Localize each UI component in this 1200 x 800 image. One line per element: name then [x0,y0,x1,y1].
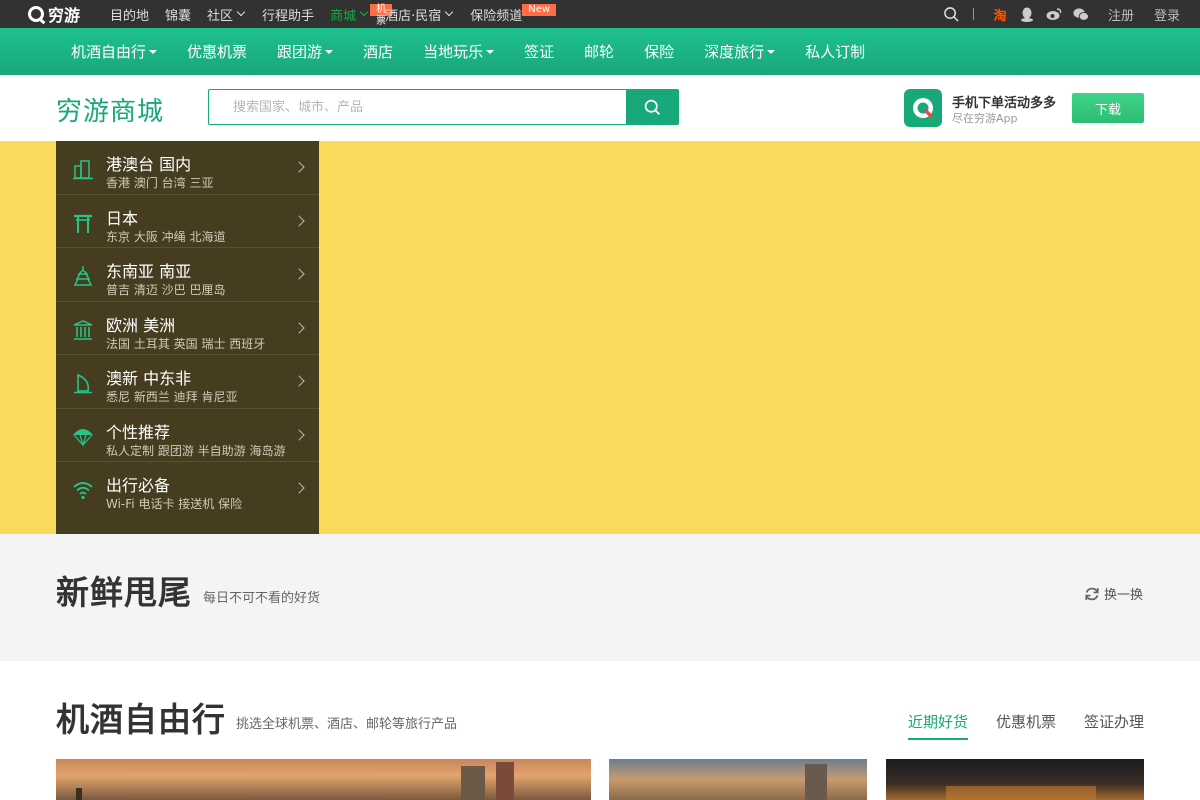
product-card-image[interactable] [609,759,867,800]
search-input[interactable] [208,89,626,125]
chevron-right-icon [293,214,305,227]
tab-recent-deals[interactable]: 近期好货 [908,711,969,740]
top-nav-mall[interactable]: 商城 机票 [330,3,393,27]
section-title: 新鲜甩尾 [56,573,192,612]
qyer-logo[interactable]: 穷游 [28,4,81,25]
register-link[interactable]: 注册 [1108,5,1134,24]
top-nav-destination[interactable]: 目的地 [110,5,149,24]
top-nav: 目的地 锦囊 社区 行程助手 商城 机票 酒店·民宿 保险频道 New [110,0,557,28]
weibo-icon[interactable] [1046,6,1062,22]
taobao-icon[interactable]: 淘 [992,6,1008,24]
app-promo-sub: 尽在穷游App [952,112,1018,125]
skyline-image [496,762,514,800]
torii-gate-icon [74,214,92,233]
caret-down-icon [486,49,495,54]
chevron-right-icon [293,268,305,280]
nav-local-fun[interactable]: 当地玩乐 [423,41,495,62]
temple-icon [73,319,93,340]
tab-visa[interactable]: 签证办理 [1084,711,1144,740]
top-nav-community[interactable]: 社区 [207,5,246,24]
section-title: 机酒自由行 [56,700,226,739]
refresh-button[interactable]: 换一换 [1084,584,1143,603]
refresh-icon [1085,587,1099,600]
nav-private-custom[interactable]: 私人订制 [805,41,865,62]
app-promo-title: 手机下单活动多多 [952,96,1057,111]
login-link[interactable]: 登录 [1154,5,1180,24]
section-subtitle: 每日不可不看的好货 [203,591,321,606]
section-tabs: 近期好货 优惠机票 签证办理 [908,711,1144,740]
chevron-right-icon [293,321,305,334]
product-card-image[interactable] [886,759,1144,800]
section-subtitle: 挑选全球机票、酒店、邮轮等旅行产品 [236,717,458,732]
hero-banner[interactable]: 港澳台 国内 香港 澳门 台湾 三亚 日本 东京 大阪 冲绳 北海道 东南亚 南… [0,141,1200,534]
category-item[interactable]: 澳新 中东非 悉尼 新西兰 迪拜 肯尼亚 [56,355,319,409]
top-nav-insurance[interactable]: 保险频道 New [470,3,557,24]
top-bar: 穷游 目的地 锦囊 社区 行程助手 商城 机票 酒店·民宿 保险频道 New 淘 注… [0,0,1200,28]
chevron-down-icon [359,7,369,17]
skyline-image [805,764,827,800]
main-nav: 机酒自由行 优惠机票 跟团游 酒店 当地玩乐 签证 邮轮 保险 深度旅行 私人订… [0,28,1200,75]
new-badge: New [522,3,557,16]
nav-group-tour[interactable]: 跟团游 [277,41,334,62]
search-icon[interactable] [944,6,960,22]
category-menu: 港澳台 国内 香港 澳门 台湾 三亚 日本 东京 大阪 冲绳 北海道 东南亚 南… [56,141,319,534]
category-item[interactable]: 港澳台 国内 香港 澳门 台湾 三亚 [56,141,319,195]
tab-cheap-flights[interactable]: 优惠机票 [996,711,1056,740]
category-item[interactable]: 东南亚 南亚 普吉 清迈 沙巴 巴厘岛 [56,248,319,302]
sail-building-icon [74,374,92,394]
chevron-right-icon [293,161,305,173]
top-nav-planner[interactable]: 行程助手 [262,5,314,24]
search-bar [208,89,679,125]
wechat-icon[interactable] [1073,6,1089,22]
nav-cheap-flights[interactable]: 优惠机票 [187,41,247,62]
chevron-right-icon [293,428,305,441]
search-button[interactable] [626,89,679,125]
category-item[interactable]: 欧洲 美洲 法国 土耳其 英国 瑞士 西班牙 [56,302,319,355]
search-icon [644,99,661,115]
download-button[interactable]: 下载 [1072,93,1144,123]
caret-down-icon [767,49,776,54]
category-item[interactable]: 出行必备 Wi-Fi 电话卡 接送机 保险 [56,462,319,516]
chevron-down-icon [444,7,454,17]
nav-deep-travel[interactable]: 深度旅行 [704,41,776,62]
city-lights-image [946,786,1096,800]
mall-brand[interactable]: 穷游商城 [56,91,164,128]
top-nav-hotel[interactable]: 酒店·民宿 [385,5,454,24]
caret-down-icon [325,49,334,54]
top-right-tools: 淘 注册 登录 [944,0,1184,28]
nav-visa[interactable]: 签证 [524,41,554,62]
fresh-deals-section: 新鲜甩尾 每日不可不看的好货 换一换 [0,534,1200,661]
app-promo: 手机下单活动多多 尽在穷游App 下载 [904,89,1144,127]
qyer-app-icon[interactable] [904,89,942,127]
nav-cruise[interactable]: 邮轮 [584,41,614,62]
divider [972,8,974,20]
building-icon [73,160,93,180]
chevron-right-icon [293,482,305,494]
category-item[interactable]: 日本 东京 大阪 冲绳 北海道 [56,195,319,248]
caret-down-icon [149,49,158,54]
chevron-down-icon [236,7,246,17]
nav-insurance[interactable]: 保险 [644,41,674,62]
chevron-right-icon [293,375,305,387]
top-nav-guide[interactable]: 锦囊 [165,5,191,24]
skyline-image [76,788,82,800]
nav-hotel[interactable]: 酒店 [363,41,393,62]
nav-flight-hotel[interactable]: 机酒自由行 [71,41,158,62]
skyline-image [461,766,485,800]
qq-icon[interactable] [1019,6,1035,22]
flight-hotel-section: 机酒自由行 挑选全球机票、酒店、邮轮等旅行产品 近期好货 优惠机票 签证办理 [0,661,1200,800]
pagoda-icon [73,266,93,286]
q-logo-icon [28,6,44,22]
wifi-icon [73,482,93,500]
logo-text: 穷游 [48,6,81,25]
product-card-image[interactable] [56,759,591,800]
parachute-icon [73,428,93,447]
mall-header: 穷游商城 手机下单活动多多 尽在穷游App 下载 [0,75,1200,141]
category-item[interactable]: 个性推荐 私人定制 跟团游 半自助游 海岛游 [56,409,319,462]
